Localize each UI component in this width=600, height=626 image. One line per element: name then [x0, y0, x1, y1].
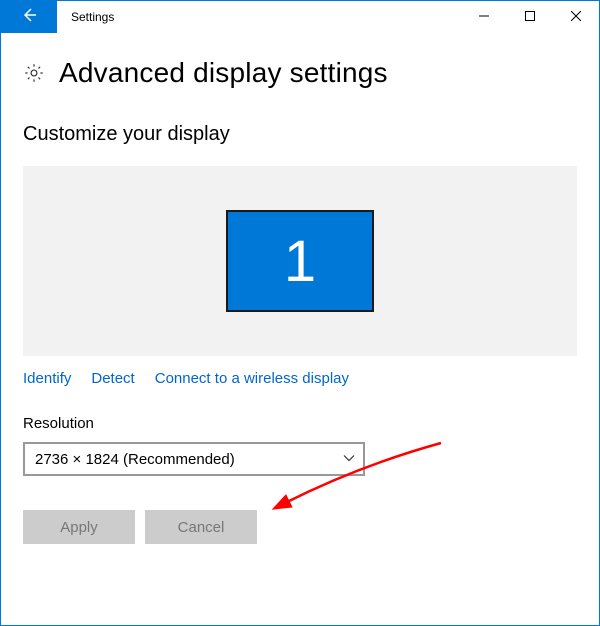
window-controls — [461, 1, 599, 33]
arrow-left-icon — [21, 7, 37, 28]
minimize-icon — [479, 8, 489, 26]
identify-link[interactable]: Identify — [23, 370, 71, 387]
wireless-display-link[interactable]: Connect to a wireless display — [155, 370, 349, 387]
minimize-button[interactable] — [461, 1, 507, 33]
resolution-selected: 2736 × 1824 (Recommended) — [35, 451, 235, 468]
monitor-number: 1 — [284, 228, 316, 295]
detect-link[interactable]: Detect — [91, 370, 134, 387]
display-links: Identify Detect Connect to a wireless di… — [23, 370, 577, 387]
apply-button[interactable]: Apply — [23, 510, 135, 544]
display-preview: 1 — [23, 166, 577, 356]
close-icon — [571, 8, 581, 26]
maximize-icon — [525, 8, 535, 26]
cancel-button[interactable]: Cancel — [145, 510, 257, 544]
chevron-down-icon — [343, 451, 355, 468]
gear-icon — [23, 62, 45, 84]
close-button[interactable] — [553, 1, 599, 33]
title-bar: Settings — [1, 1, 599, 33]
page-title: Advanced display settings — [59, 57, 388, 89]
content-area: Advanced display settings Customize your… — [1, 33, 599, 544]
resolution-dropdown[interactable]: 2736 × 1824 (Recommended) — [23, 442, 365, 476]
monitor-thumbnail[interactable]: 1 — [226, 210, 374, 312]
section-title: Customize your display — [23, 123, 577, 146]
resolution-label: Resolution — [23, 415, 577, 432]
window-title: Settings — [57, 1, 461, 33]
action-buttons: Apply Cancel — [23, 510, 577, 544]
page-header: Advanced display settings — [23, 57, 577, 89]
maximize-button[interactable] — [507, 1, 553, 33]
back-button[interactable] — [1, 1, 57, 33]
